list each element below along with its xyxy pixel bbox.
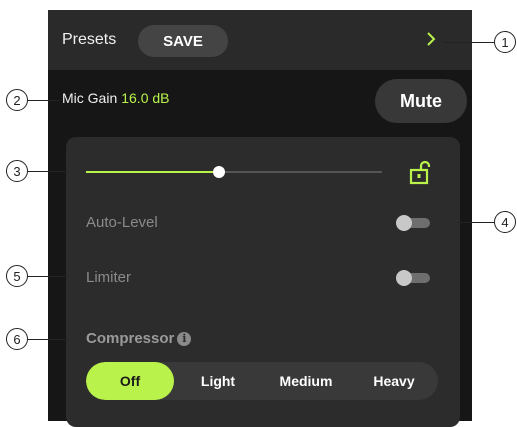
save-button[interactable]: SAVE [138,25,228,57]
compressor-option-light[interactable]: Light [174,362,262,400]
unlock-icon[interactable] [408,159,434,185]
compressor-option-medium[interactable]: Medium [262,362,350,400]
callout-line [458,222,494,223]
mute-button[interactable]: Mute [375,79,467,123]
toggle-knob [396,270,412,286]
callout-3: 3 [6,160,28,182]
presets-header: Presets SAVE [48,10,472,70]
callout-5: 5 [6,265,28,287]
info-icon[interactable]: i [177,332,192,346]
limiter-toggle[interactable] [396,270,430,286]
compressor-selector: Off Light Medium Heavy [86,362,438,400]
toggle-knob [396,215,412,231]
callout-line [444,42,494,43]
gain-slider-fill [86,171,220,173]
settings-card: Auto-Level Limiter Compressor i Off Light… [66,137,460,427]
mic-gain-label: Mic Gain [62,90,118,106]
callout-line [28,100,60,101]
gain-slider-thumb[interactable] [213,166,226,178]
mic-gain-readout: Mic Gain 16.0 dB [62,90,170,106]
auto-level-label: Auto-Level [86,214,158,231]
compressor-heading: Compressor i [86,330,192,347]
compressor-option-off[interactable]: Off [86,362,174,400]
compressor-label: Compressor [86,330,175,347]
presets-label: Presets [62,31,117,48]
mic-control-panel: Presets SAVE Mic Gain 16.0 dB Mute Auto-L… [48,10,472,427]
callout-4: 4 [494,211,516,233]
callout-2: 2 [6,89,28,111]
compressor-option-heavy[interactable]: Heavy [350,362,438,400]
chevron-right-icon[interactable] [420,28,442,50]
callout-line [28,171,68,172]
callout-line [28,276,68,277]
callout-6: 6 [6,328,28,350]
gain-slider[interactable] [86,166,382,178]
auto-level-toggle[interactable] [396,215,430,231]
callout-line [28,339,68,340]
mic-gain-value: 16.0 dB [121,90,170,106]
limiter-label: Limiter [86,269,132,286]
callout-1: 1 [494,31,516,53]
